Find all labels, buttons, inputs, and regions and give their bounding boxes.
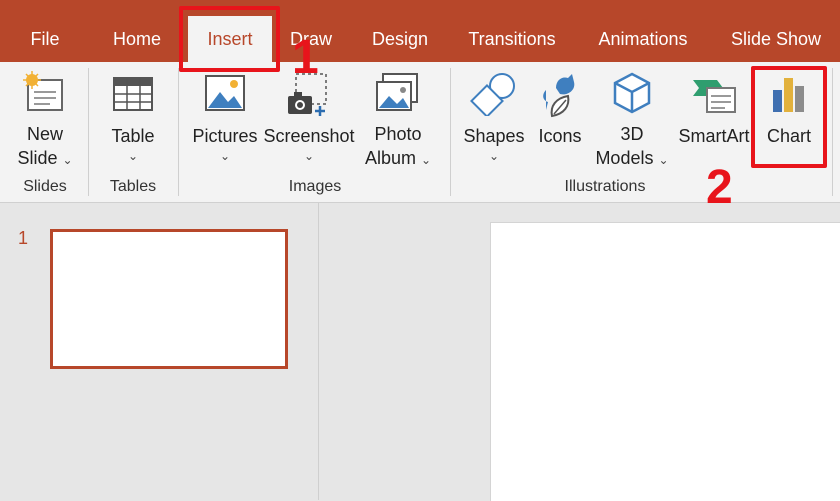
photo-album-label-2: Album (364, 148, 416, 168)
photo-album-label-1: Photo (374, 124, 422, 144)
chevron-down-icon: ⌄ (303, 149, 315, 163)
new-slide-label-1: New (26, 124, 63, 144)
group-label-tables: Tables (109, 178, 157, 195)
step-number-2: 2 (706, 161, 733, 214)
tab-transitions[interactable]: Transitions (466, 0, 558, 62)
3d-models-label-2: Models (595, 148, 654, 168)
chevron-down-icon: ⌄ (127, 149, 139, 163)
chevron-down-icon: ⌄ (219, 149, 231, 163)
group-divider (88, 68, 89, 196)
group-label-images: Images (288, 178, 342, 195)
cube-icon (609, 70, 655, 121)
icons-label: Icons (538, 126, 582, 146)
group-divider (832, 68, 833, 196)
picture-icon (202, 70, 248, 121)
table-icon (110, 70, 156, 121)
slide-thumbnail[interactable] (50, 229, 288, 369)
photo-album-button[interactable]: Photo Album ⌄ (360, 62, 436, 182)
tab-animations[interactable]: Animations (594, 0, 692, 62)
table-button[interactable]: Table ⌄ (100, 62, 166, 182)
table-label: Table (111, 126, 155, 146)
tab-home[interactable]: Home (108, 0, 166, 62)
smartart-icon (689, 70, 739, 121)
new-slide-label-2: Slide (17, 148, 58, 168)
shapes-button[interactable]: Shapes ⌄ (460, 62, 528, 182)
step-number-1: 1 (292, 31, 319, 84)
insert-tab-highlight (179, 6, 280, 72)
shapes-icon (470, 70, 518, 121)
new-slide-icon (22, 70, 68, 121)
shapes-label: Shapes (463, 126, 525, 146)
3d-models-button[interactable]: 3D Models ⌄ (592, 62, 672, 182)
photo-album-icon (373, 70, 423, 121)
chevron-down-icon: ⌄ (658, 153, 669, 167)
chevron-down-icon: ⌄ (62, 153, 73, 167)
icons-icon (536, 70, 584, 123)
3d-models-label-1: 3D (620, 124, 644, 144)
chevron-down-icon: ⌄ (488, 149, 500, 163)
tab-slide-show[interactable]: Slide Show (728, 0, 824, 62)
chart-button-highlight (751, 66, 827, 168)
new-slide-button[interactable]: New Slide ⌄ (10, 62, 80, 182)
group-divider (450, 68, 451, 196)
pictures-label: Pictures (192, 126, 258, 146)
slide-number: 1 (18, 228, 29, 248)
group-label-slides: Slides (23, 178, 67, 195)
group-divider (178, 68, 179, 196)
tab-file[interactable]: File (30, 0, 60, 62)
ribbon-tab-bar: File Home Insert Draw Design Transitions… (0, 0, 840, 62)
pictures-button[interactable]: Pictures ⌄ (190, 62, 260, 182)
chevron-down-icon: ⌄ (420, 153, 432, 167)
slide-canvas[interactable] (490, 222, 840, 501)
smartart-label: SmartArt (678, 126, 750, 146)
icons-button[interactable]: Icons (530, 62, 590, 182)
tab-design[interactable]: Design (370, 0, 430, 62)
screenshot-label: Screenshot (263, 126, 355, 146)
